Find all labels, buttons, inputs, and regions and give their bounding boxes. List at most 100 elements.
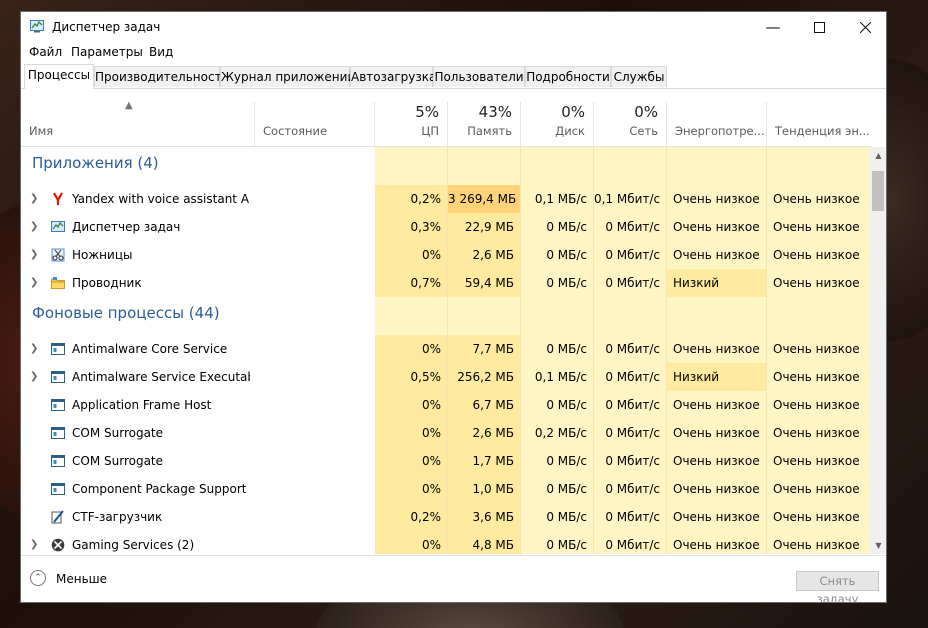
- column-memory[interactable]: 43% Память: [448, 102, 521, 146]
- process-name-cell: ❯ Antimalware Core Service: [21, 335, 375, 363]
- column-network[interactable]: 0% Сеть: [594, 102, 667, 146]
- end-task-button[interactable]: Снять задачу: [796, 571, 879, 602]
- process-trend: Очень низкое: [767, 269, 871, 297]
- ctf-loader-icon: [51, 510, 65, 524]
- process-row[interactable]: ❯ Antimalware Service Executable 0,5% 256,2…: [21, 363, 871, 391]
- chevron-right-icon[interactable]: ❯: [30, 539, 38, 550]
- chevron-right-icon[interactable]: ❯: [30, 343, 38, 354]
- chevron-up-icon[interactable]: ⌃: [30, 570, 46, 586]
- process-mem: 2,6 МБ: [448, 241, 521, 269]
- process-net: 0 Мбит/с: [594, 363, 667, 391]
- process-row[interactable]: COM Surrogate 0% 2,6 МБ 0,2 МБ/с 0 Мбит/с Оче…: [21, 419, 871, 447]
- group-apps[interactable]: Приложения (4): [21, 147, 871, 185]
- minimize-button[interactable]: —: [750, 12, 796, 42]
- process-power: Очень низкое: [667, 531, 767, 554]
- process-row[interactable]: ❯ Gaming Services (2) 0% 4,8 МБ 0 МБ/с 0 Мбит…: [21, 531, 871, 554]
- chevron-right-icon[interactable]: ❯: [30, 277, 38, 288]
- process-row[interactable]: ❯ Диспетчер задач 0,3% 22,9 МБ 0 МБ/с 0 Мбит/…: [21, 213, 871, 241]
- task-manager-icon: [51, 220, 65, 234]
- column-name[interactable]: ▲ Имя: [21, 100, 255, 146]
- column-power[interactable]: Энергопотре...: [667, 102, 767, 146]
- process-row[interactable]: Component Package Support S... 0% 1,0 МБ 0 …: [21, 475, 871, 503]
- process-cpu: 0%: [375, 335, 448, 363]
- chevron-right-icon[interactable]: ❯: [30, 193, 38, 204]
- process-net: 0 Мбит/с: [594, 213, 667, 241]
- process-disk: 0 МБ/с: [521, 503, 594, 531]
- tab-startup[interactable]: Автозагрузка: [350, 66, 436, 87]
- window-title: Диспетчер задач: [52, 20, 161, 34]
- process-power: Очень низкое: [667, 241, 767, 269]
- menu-file[interactable]: Файл: [29, 45, 62, 59]
- column-status[interactable]: Состояние: [255, 102, 375, 146]
- menu-view[interactable]: Вид: [149, 45, 173, 59]
- process-name-cell: ❯ Диспетчер задач: [21, 213, 375, 241]
- group-cell-net: [594, 147, 667, 185]
- process-net: 0 Мбит/с: [594, 475, 667, 503]
- close-icon: [859, 21, 871, 33]
- group-cell-disk: [521, 147, 594, 185]
- service-icon: [51, 454, 65, 468]
- group-cell-cpu: [375, 147, 448, 185]
- chevron-right-icon[interactable]: ❯: [30, 249, 38, 260]
- tab-processes[interactable]: Процессы: [24, 64, 94, 89]
- process-name-cell: ❯ Antimalware Service Executable: [21, 363, 375, 391]
- process-row[interactable]: COM Surrogate 0% 1,7 МБ 0 МБ/с 0 Мбит/с Очень…: [21, 447, 871, 475]
- column-disk[interactable]: 0% Диск: [521, 102, 594, 146]
- process-row[interactable]: ❯ Проводник 0,7% 59,4 МБ 0 МБ/с 0 Мбит/с Низки…: [21, 269, 871, 297]
- process-name-cell: CTF-загрузчик: [21, 503, 375, 531]
- maximize-button[interactable]: [796, 12, 842, 42]
- process-row[interactable]: CTF-загрузчик 0,2% 3,6 МБ 0 МБ/с 0 Мбит/с Оче…: [21, 503, 871, 531]
- process-name: Application Frame Host: [72, 398, 212, 412]
- process-row[interactable]: Application Frame Host 0% 6,7 МБ 0 МБ/с 0 Мб…: [21, 391, 871, 419]
- tab-users[interactable]: Пользователи: [433, 66, 525, 87]
- process-disk: 0 МБ/с: [521, 269, 594, 297]
- process-row[interactable]: ❯ Ножницы 0% 2,6 МБ 0 МБ/с 0 Мбит/с Очень низк…: [21, 241, 871, 269]
- process-cpu: 0%: [375, 419, 448, 447]
- scroll-thumb[interactable]: [872, 171, 884, 211]
- column-power-trend[interactable]: Тенденция эн...: [767, 102, 871, 146]
- close-button[interactable]: [842, 12, 886, 42]
- group-cell-cpu: [375, 297, 448, 335]
- process-trend: Очень низкое: [767, 531, 871, 554]
- chevron-right-icon[interactable]: ❯: [30, 221, 38, 232]
- group-cell-trend: [767, 147, 871, 185]
- process-disk: 0 МБ/с: [521, 335, 594, 363]
- tab-details[interactable]: Подробности: [525, 66, 611, 87]
- group-title: Приложения (4): [32, 154, 159, 172]
- process-trend: Очень низкое: [767, 213, 871, 241]
- process-cpu: 0,5%: [375, 363, 448, 391]
- group-cell-disk: [521, 297, 594, 335]
- vertical-scrollbar[interactable]: ▲ ▼: [870, 147, 886, 554]
- title-bar[interactable]: Диспетчер задач —: [21, 12, 886, 42]
- group-cell-mem: [448, 297, 521, 335]
- process-mem: 22,9 МБ: [448, 213, 521, 241]
- process-cpu: 0,3%: [375, 213, 448, 241]
- task-manager-icon: [30, 20, 44, 33]
- tab-performance[interactable]: Производительность: [94, 66, 229, 87]
- process-mem: 3 269,4 МБ: [448, 185, 521, 213]
- process-disk: 0,2 МБ/с: [521, 419, 594, 447]
- service-icon: [51, 482, 65, 496]
- footer: ⌃ Меньше Снять задачу: [21, 555, 886, 602]
- scroll-down-icon[interactable]: ▼: [870, 537, 886, 554]
- process-disk: 0 МБ/с: [521, 447, 594, 475]
- group-cell-trend: [767, 297, 871, 335]
- network-percent: 0%: [634, 103, 658, 121]
- column-cpu[interactable]: 5% ЦП: [375, 102, 448, 146]
- menu-options[interactable]: Параметры: [71, 45, 143, 59]
- process-name: Antimalware Core Service: [72, 342, 228, 356]
- yandex-icon: [51, 192, 65, 206]
- fewer-details-link[interactable]: Меньше: [56, 572, 107, 586]
- group-background[interactable]: Фоновые процессы (44): [21, 297, 871, 335]
- column-status-label: Состояние: [263, 124, 328, 138]
- process-row[interactable]: ❯ Yandex with voice assistant Alic... 0,2%…: [21, 185, 871, 213]
- process-net: 0 Мбит/с: [594, 503, 667, 531]
- tab-services[interactable]: Службы: [611, 66, 667, 87]
- process-cpu: 0%: [375, 531, 448, 554]
- process-row[interactable]: ❯ Antimalware Core Service 0% 7,7 МБ 0 МБ/с 0…: [21, 335, 871, 363]
- column-disk-label: Диск: [555, 124, 585, 138]
- chevron-right-icon[interactable]: ❯: [30, 371, 38, 382]
- tab-app-history[interactable]: Журнал приложений: [220, 66, 355, 87]
- scroll-up-icon[interactable]: ▲: [870, 147, 886, 164]
- process-net: 0 Мбит/с: [594, 269, 667, 297]
